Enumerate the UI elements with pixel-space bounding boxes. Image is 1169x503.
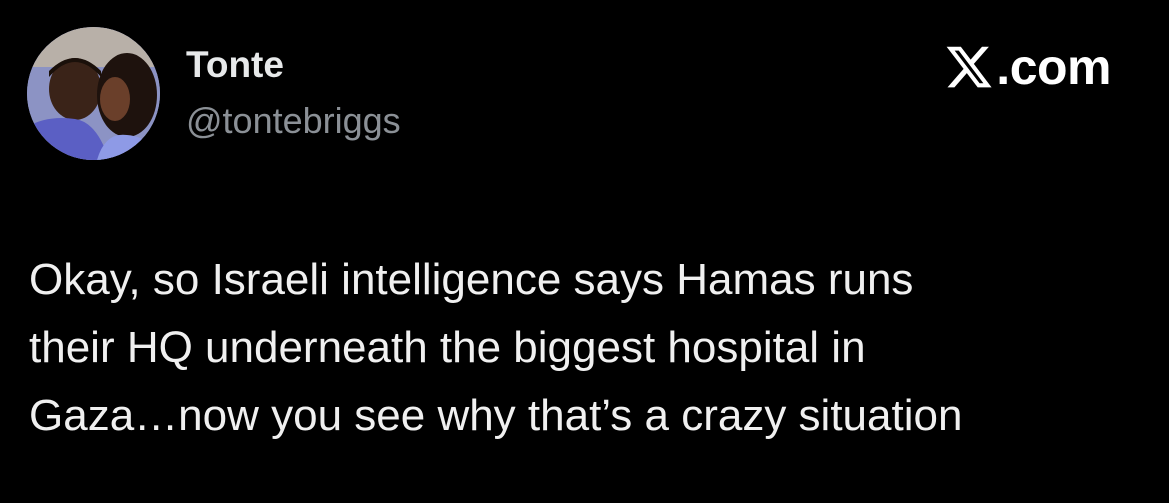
x-logo-icon [946, 46, 992, 88]
brand-watermark: .com [944, 42, 1111, 92]
tweet-text-line: Gaza…now you see why that’s a crazy situ… [29, 391, 963, 440]
profile-photo-icon [27, 27, 160, 160]
tweet-text: Okay, so Israeli intelligence says Hamas… [29, 246, 1139, 450]
tweet-text-line: their HQ underneath the biggest hospital… [29, 323, 866, 372]
tweet-card: Tonte @tontebriggs .com Okay, so Israeli… [0, 0, 1169, 503]
author-handle[interactable]: @tontebriggs [186, 103, 401, 139]
author-display-name[interactable]: Tonte [186, 46, 284, 83]
brand-domain-text: .com [996, 39, 1111, 95]
tweet-text-line: Okay, so Israeli intelligence says Hamas… [29, 255, 914, 304]
avatar[interactable] [27, 27, 160, 160]
